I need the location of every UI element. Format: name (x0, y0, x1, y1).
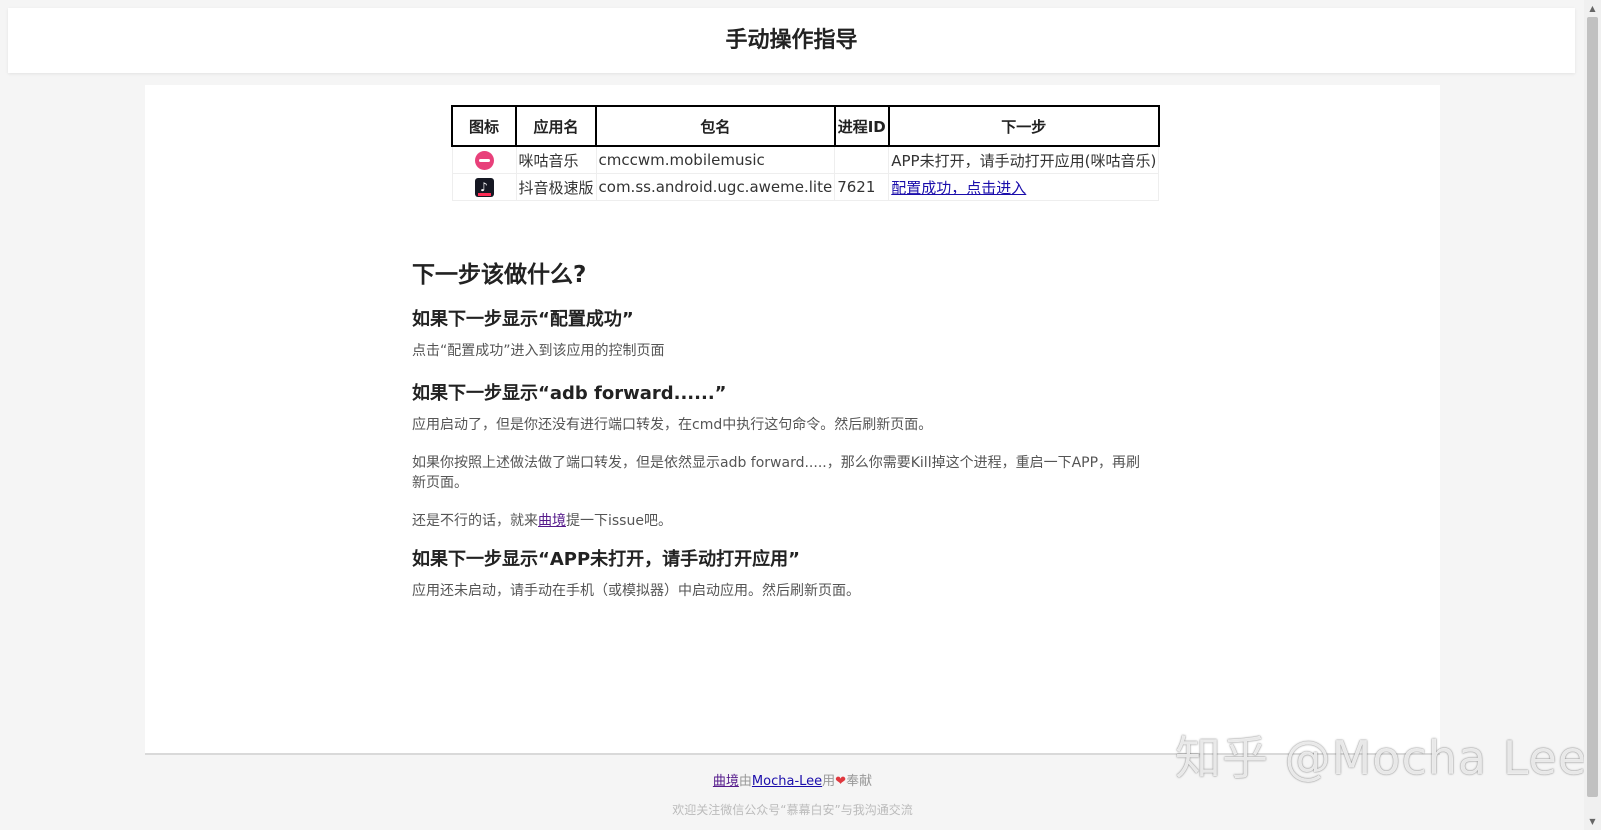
next-step-cell: 配置成功，点击进入 (888, 173, 1160, 201)
section-heading-app-not-open: 如果下一步显示“APP未打开，请手动打开应用” (412, 549, 800, 570)
config-success-link[interactable]: 配置成功，点击进入 (891, 179, 1026, 197)
package-cell: com.ss.android.ugc.aweme.lite (595, 173, 836, 201)
apps-table: 图标 应用名 包名 进程ID 下一步 咪咕音乐 cmccwm.mobilemus… (451, 105, 1160, 201)
section-text: 应用还未启动，请手动在手机（或模拟器）中启动应用。然后刷新页面。 (412, 583, 860, 599)
pid-cell: 7621 (834, 173, 890, 201)
footer-contributed: 奉献 (846, 774, 873, 789)
footer-author-link[interactable]: Mocha-Lee (752, 774, 822, 789)
table-header-row: 图标 应用名 包名 进程ID 下一步 (451, 105, 1160, 147)
next-step-cell: APP未打开，请手动打开应用(咪咕音乐) (888, 145, 1160, 174)
icon-cell: ♪ (451, 173, 517, 201)
issue-text-after: 提一下issue吧。 (566, 513, 672, 529)
zhihu-watermark: 知乎 @Mocha Lee (1175, 731, 1588, 785)
column-header-icon: 图标 (451, 105, 517, 147)
table-row: ♪ 抖音极速版 com.ss.android.ugc.aweme.lite 76… (451, 173, 1160, 201)
section-text: 点击“配置成功”进入到该应用的控制页面 (412, 343, 665, 359)
column-header-pid: 进程ID (833, 105, 890, 147)
scroll-up-icon[interactable]: ▲ (1584, 0, 1601, 17)
app-name-cell: 抖音极速版 (515, 173, 597, 201)
footer-by: 由 (738, 774, 752, 789)
section-heading-adb-forward: 如果下一步显示“adb forward......” (412, 383, 727, 404)
app-name-cell: 咪咕音乐 (515, 145, 597, 174)
page-title: 手动操作指导 (725, 28, 858, 53)
footer-wechat-note: 欢迎关注微信公众号“慕幕白安”与我沟通交流 (672, 803, 913, 817)
migu-music-icon (474, 150, 494, 170)
issue-text-before: 还是不行的话，就来 (412, 513, 538, 529)
section-heading-config-success: 如果下一步显示“配置成功” (412, 309, 634, 330)
column-header-package: 包名 (595, 105, 836, 147)
section-text: 如果你按照上述做法做了端口转发，但是依然显示adb forward.....，那… (412, 455, 1141, 491)
vertical-scrollbar[interactable]: ▲ ▼ (1584, 0, 1601, 830)
footer-project-link[interactable]: 曲境 (713, 774, 739, 789)
scroll-down-icon[interactable]: ▼ (1584, 813, 1601, 830)
table-row: 咪咕音乐 cmccwm.mobilemusic APP未打开，请手动打开应用(咪… (451, 145, 1160, 174)
section-text: 应用启动了，但是你还没有进行端口转发，在cmd中执行这句命令。然后刷新页面。 (412, 417, 933, 433)
issue-project-link[interactable]: 曲境 (538, 513, 566, 529)
pid-cell (834, 145, 890, 174)
scrollbar-thumb[interactable] (1587, 17, 1598, 797)
column-header-next: 下一步 (887, 105, 1160, 147)
package-cell: cmccwm.mobilemusic (595, 145, 836, 174)
top-bar: 手动操作指导 (8, 8, 1575, 73)
section-text-issue: 还是不行的话，就来曲境提一下issue吧。 (412, 511, 1152, 531)
guide-title: 下一步该做什么? (412, 262, 587, 288)
icon-cell (451, 145, 517, 174)
heart-icon: ❤ (835, 774, 847, 789)
douyin-lite-icon: ♪ (474, 177, 494, 197)
main-content: 图标 应用名 包名 进程ID 下一步 咪咕音乐 cmccwm.mobilemus… (145, 85, 1440, 755)
footer-with: 用 (822, 774, 836, 789)
column-header-name: 应用名 (514, 105, 598, 147)
guide-section: 下一步该做什么? 如果下一步显示“配置成功” 点击“配置成功”进入到该应用的控制… (412, 255, 1152, 619)
